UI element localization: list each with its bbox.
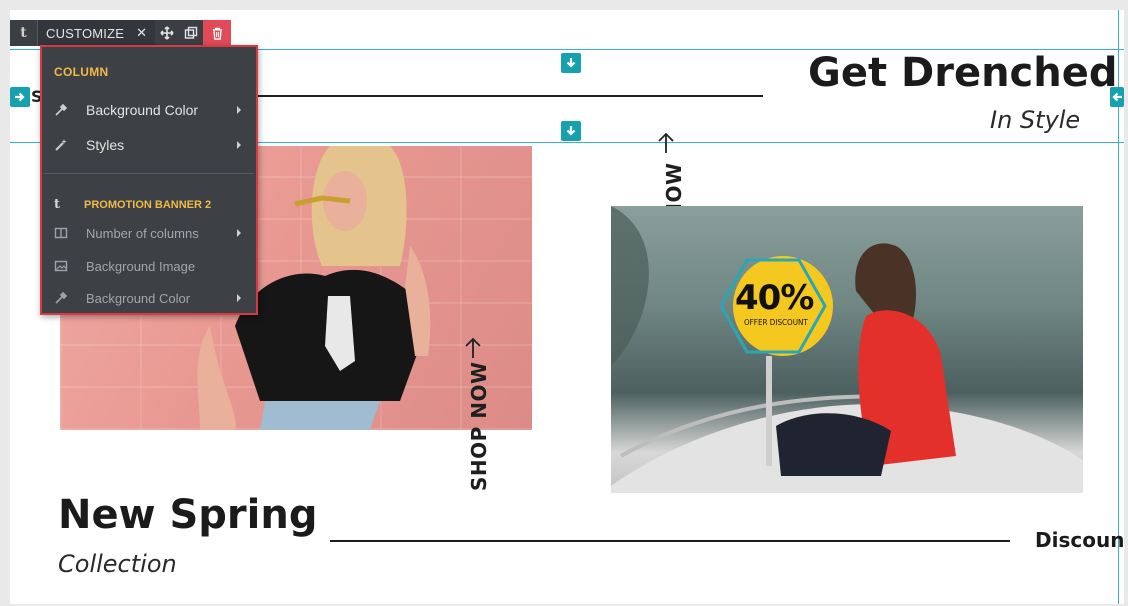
columns-icon [54, 225, 74, 241]
eyedropper-icon [54, 290, 74, 306]
menu-item-background-color[interactable]: Background Color [54, 100, 248, 120]
menu-section-promotion-banner: t PROMOTION BANNER 2 [54, 197, 211, 212]
chevron-right-icon [234, 103, 244, 117]
trash-icon[interactable] [203, 20, 232, 46]
badge-percent: 40% [735, 278, 814, 318]
magic-wand-icon [54, 137, 74, 153]
drop-down-arrow-icon[interactable] [561, 121, 581, 141]
boat-scene [611, 206, 1083, 493]
chevron-right-icon [234, 226, 244, 240]
shop-now-link[interactable]: SHOP NOW [467, 361, 491, 491]
menu-item-background-image[interactable]: Background Image [54, 256, 248, 276]
divider-line [330, 540, 1010, 542]
arrow-up-icon [657, 132, 675, 154]
menu-item-styles[interactable]: Styles [54, 135, 248, 155]
menu-divider [44, 173, 254, 174]
menu-item-label: Background Image [86, 258, 196, 274]
drop-down-arrow-icon[interactable] [561, 53, 581, 73]
customize-menu: COLUMN Background Color Styles t PROMOTI… [40, 45, 258, 315]
menu-item-label: Background Color [86, 290, 191, 306]
discount-text: Discount [1035, 528, 1124, 552]
menu-section-column: COLUMN [54, 65, 109, 79]
customize-label: CUSTOMIZE [46, 25, 125, 41]
chevron-right-icon [234, 138, 244, 152]
arrow-up-icon [464, 337, 482, 359]
subline-collection: Collection [58, 550, 177, 578]
chevron-right-icon [234, 291, 244, 305]
subline-in-style: In Style [990, 106, 1081, 134]
menu-item-label: Background Color [86, 102, 199, 118]
editor-toolbar: t CUSTOMIZE ✕ [10, 20, 232, 46]
close-icon[interactable]: ✕ [136, 25, 147, 41]
menu-item-label: Number of columns [86, 225, 199, 241]
divider-line [240, 95, 763, 97]
banner-image-boat-model[interactable]: 40% OFFER DISCOUNT [611, 206, 1083, 493]
badge-caption: OFFER DISCOUNT [744, 318, 808, 327]
headline-get-drenched: Get Drenched [808, 50, 1118, 96]
headline-new-spring: New Spring [58, 492, 318, 538]
discount-badge: 40% OFFER DISCOUNT [717, 254, 841, 362]
duplicate-icon[interactable] [179, 20, 203, 46]
move-icon[interactable] [155, 20, 179, 46]
builder-logo[interactable]: t [10, 20, 38, 46]
image-icon [54, 258, 74, 274]
drop-right-arrow-icon[interactable] [10, 87, 30, 107]
menu-item-label: Styles [86, 137, 125, 153]
menu-item-number-of-columns[interactable]: Number of columns [54, 223, 248, 243]
eyedropper-icon [54, 102, 74, 118]
menu-item-banner-background-color[interactable]: Background Color [54, 288, 248, 308]
builder-logo-small: t [54, 197, 61, 212]
customize-button[interactable]: CUSTOMIZE ✕ [38, 20, 156, 46]
menu-section-label: PROMOTION BANNER 2 [84, 198, 212, 211]
